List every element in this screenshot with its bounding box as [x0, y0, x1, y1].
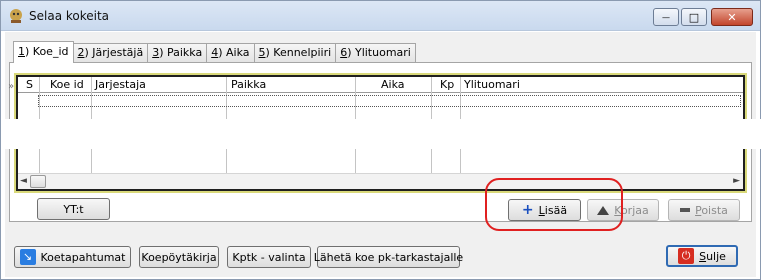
- tab-jarjestaja[interactable]: 2) Järjestäjä: [72, 43, 149, 63]
- minimize-button[interactable]: —: [653, 8, 679, 26]
- close-button[interactable]: ✕: [711, 8, 753, 26]
- test-record-label: Koepöytäkirja: [141, 250, 217, 264]
- title-bar[interactable]: Selaa kokeita — □ ✕: [1, 1, 760, 31]
- tab-paikka[interactable]: 3) Paikka: [147, 43, 208, 63]
- column-header-jarjestaja[interactable]: Jarjestaja: [95, 78, 146, 91]
- blank-band: [1, 119, 761, 149]
- tab-ylituomari[interactable]: 6) Ylituomari: [335, 43, 416, 63]
- close-window-button[interactable]: ⏻ Sulje: [666, 245, 738, 267]
- row-marker: »: [8, 81, 15, 92]
- scroll-right-icon[interactable]: ►: [733, 176, 740, 186]
- sort-tabs: 1) Koe_id 2) Järjestäjä 3) Paikka 4) Aik…: [13, 41, 416, 63]
- kptk-select-label: Kptk - valinta: [232, 250, 306, 264]
- kptk-select-button[interactable]: Kptk - valinta: [227, 246, 311, 268]
- delete-button[interactable]: Poista: [668, 199, 740, 221]
- tab-aika[interactable]: 4) Aika: [206, 43, 255, 63]
- delete-button-label: Poista: [695, 203, 728, 217]
- column-header-paikka[interactable]: Paikka: [231, 78, 266, 91]
- power-icon: ⏻: [678, 248, 695, 264]
- selected-row[interactable]: [38, 95, 741, 107]
- arrow-icon: ↘: [19, 249, 36, 265]
- maximize-icon: □: [688, 10, 700, 24]
- column-header-s[interactable]: S: [26, 78, 33, 91]
- grid-header: S Koe id Jarjestaja Paikka Aika Kp Ylitu…: [18, 77, 743, 93]
- tab-koe-id[interactable]: 1) Koe_id: [13, 41, 74, 63]
- maximize-button[interactable]: □: [681, 8, 707, 26]
- yt-button[interactable]: YT:t: [37, 198, 110, 220]
- highlight-annotation: [485, 178, 623, 231]
- browse-tests-window: Selaa kokeita — □ ✕ 1) Koe_id 2) Järjest…: [0, 0, 761, 280]
- minimize-icon: —: [662, 12, 670, 22]
- column-header-kp[interactable]: Kp: [440, 78, 454, 91]
- window-title: Selaa kokeita: [29, 9, 110, 23]
- scroll-left-icon[interactable]: ◄: [20, 176, 27, 186]
- close-window-label: Sulje: [699, 249, 726, 263]
- app-icon: [10, 9, 22, 23]
- yt-button-label: YT:t: [63, 202, 84, 216]
- send-to-inspector-label: Lähetä koe pk-tarkastajalle: [313, 250, 464, 264]
- send-to-inspector-button[interactable]: Lähetä koe pk-tarkastajalle: [313, 246, 464, 268]
- minus-icon: [680, 208, 691, 212]
- test-events-button[interactable]: ↘ Koetapahtumat: [14, 246, 131, 268]
- close-icon: ✕: [727, 10, 737, 24]
- test-record-button[interactable]: Koepöytäkirja: [139, 246, 219, 268]
- column-header-ylituomari[interactable]: Ylituomari: [464, 78, 520, 91]
- scroll-thumb[interactable]: [30, 175, 46, 188]
- column-header-aika[interactable]: Aika: [381, 78, 405, 91]
- tab-kennelpiiri[interactable]: 5) Kennelpiiri: [253, 43, 337, 63]
- horizontal-scrollbar[interactable]: ◄ ►: [18, 173, 743, 189]
- test-events-label: Koetapahtumat: [40, 250, 126, 264]
- column-header-koe-id[interactable]: Koe id: [50, 78, 84, 91]
